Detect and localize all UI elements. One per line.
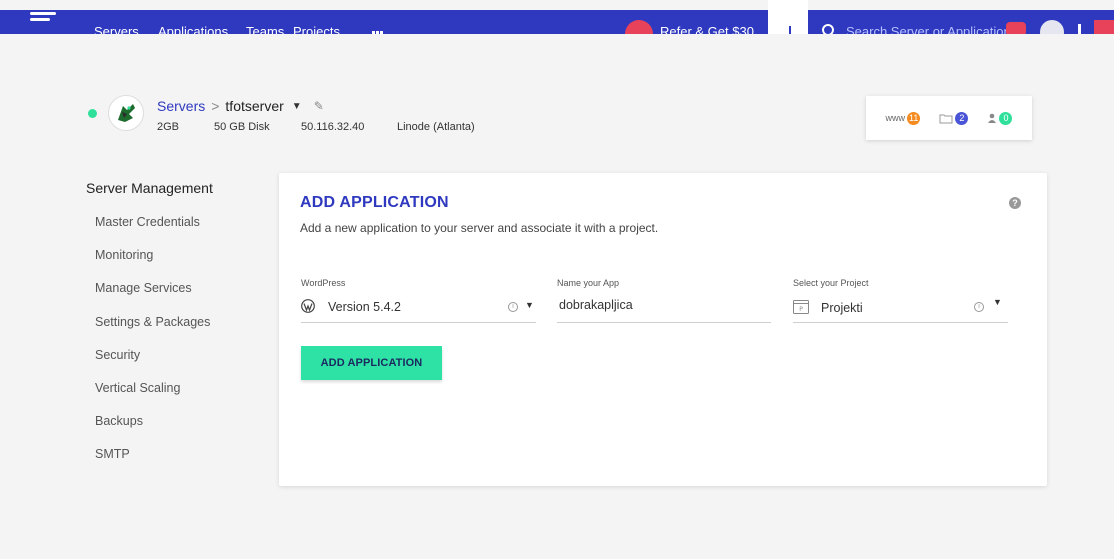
nav-applications[interactable]: Applications xyxy=(158,24,228,34)
server-ip: 50.116.32.40 xyxy=(301,121,365,133)
user-icon xyxy=(988,113,997,123)
sidebar-item-settings-packages[interactable]: Settings & Packages xyxy=(95,315,210,329)
search-shortcut-badge xyxy=(1006,22,1026,34)
version-info-icon[interactable]: i xyxy=(508,302,518,312)
breadcrumb-servers-link[interactable]: Servers xyxy=(157,98,205,114)
sidebar-title: Server Management xyxy=(86,180,213,196)
edit-server-name-icon[interactable]: ✎ xyxy=(314,99,324,113)
sidebar-item-security[interactable]: Security xyxy=(95,348,140,362)
sidebar-item-backups[interactable]: Backups xyxy=(95,414,143,428)
server-status-indicator xyxy=(88,109,97,118)
sidebar-item-monitoring[interactable]: Monitoring xyxy=(95,248,153,262)
server-logo-icon xyxy=(118,104,135,122)
sidebar-item-smtp[interactable]: SMTP xyxy=(95,447,130,461)
application-version: Version 5.4.2 xyxy=(328,300,401,314)
project-dropdown-icon[interactable]: ▼ xyxy=(993,297,1002,307)
project-label: Select your Project xyxy=(793,278,869,288)
app-name-value[interactable]: dobrakapljica xyxy=(559,298,633,312)
cloudways-logo-icon[interactable] xyxy=(30,12,56,28)
server-avatar xyxy=(108,95,144,131)
project-folder-icon: P xyxy=(793,300,809,314)
stat-files[interactable]: 2 xyxy=(939,111,969,125)
users-count-badge: 0 xyxy=(999,111,1013,125)
refer-link[interactable]: Refer & Get $30 xyxy=(660,24,754,34)
add-application-card: ADD APPLICATION Add a new application to… xyxy=(279,173,1047,486)
svg-text:P: P xyxy=(799,306,803,313)
help-icon[interactable]: ? xyxy=(1009,197,1021,209)
breadcrumb: Servers > tfotserver ▼ ✎ xyxy=(157,98,324,114)
files-count-badge: 2 xyxy=(955,111,969,125)
project-value: Projekti xyxy=(821,301,863,315)
navbar-divider xyxy=(789,26,791,34)
sidebar-item-vertical-scaling[interactable]: Vertical Scaling xyxy=(95,381,180,395)
search-input[interactable]: Search Server or Application xyxy=(846,24,1011,34)
nav-teams[interactable]: Teams xyxy=(246,24,284,34)
project-select[interactable]: Select your Project P Projekti i ▼ xyxy=(793,278,1008,323)
sidebar-item-manage-services[interactable]: Manage Services xyxy=(95,281,192,295)
sidebar-item-master-credentials[interactable]: Master Credentials xyxy=(95,215,200,229)
www-label: www xyxy=(885,113,906,123)
project-info-icon[interactable]: i xyxy=(974,302,984,312)
nav-projects[interactable]: Projects xyxy=(293,24,340,34)
app-name-input[interactable]: Name your App dobrakapljica xyxy=(557,278,771,323)
app-name-label: Name your App xyxy=(557,278,620,288)
nav-servers[interactable]: Servers xyxy=(94,24,139,34)
card-title: ADD APPLICATION xyxy=(300,194,449,211)
breadcrumb-separator: > xyxy=(211,98,220,114)
apps-grid-icon[interactable] xyxy=(372,22,386,34)
wordpress-icon xyxy=(301,299,315,313)
card-subtitle: Add a new application to your server and… xyxy=(300,221,659,235)
version-dropdown-icon[interactable]: ▼ xyxy=(525,300,534,310)
search-icon[interactable] xyxy=(822,24,834,34)
server-provider: Linode (Atlanta) xyxy=(397,121,475,133)
application-type-label: WordPress xyxy=(301,278,346,288)
navbar-gap xyxy=(768,0,808,34)
stat-www[interactable]: www 11 xyxy=(885,111,921,125)
server-stats-panel: www 11 2 0 xyxy=(866,96,1032,140)
more-menu-icon[interactable] xyxy=(1078,24,1081,34)
server-name: tfotserver xyxy=(225,98,284,114)
server-switch-caret-icon[interactable]: ▼ xyxy=(292,101,302,112)
add-application-button[interactable]: ADD APPLICATION xyxy=(301,346,442,380)
server-disk: 50 GB Disk xyxy=(214,121,270,133)
stat-users[interactable]: 0 xyxy=(987,111,1013,125)
www-count-badge: 11 xyxy=(907,111,921,125)
folder-icon xyxy=(939,114,953,123)
server-size: 2GB xyxy=(157,121,180,133)
application-type-select[interactable]: WordPress Version 5.4.2 i ▼ xyxy=(301,278,536,323)
top-navbar: Servers Applications Teams Projects Refe… xyxy=(0,0,1114,34)
gift-icon[interactable] xyxy=(1094,20,1114,34)
